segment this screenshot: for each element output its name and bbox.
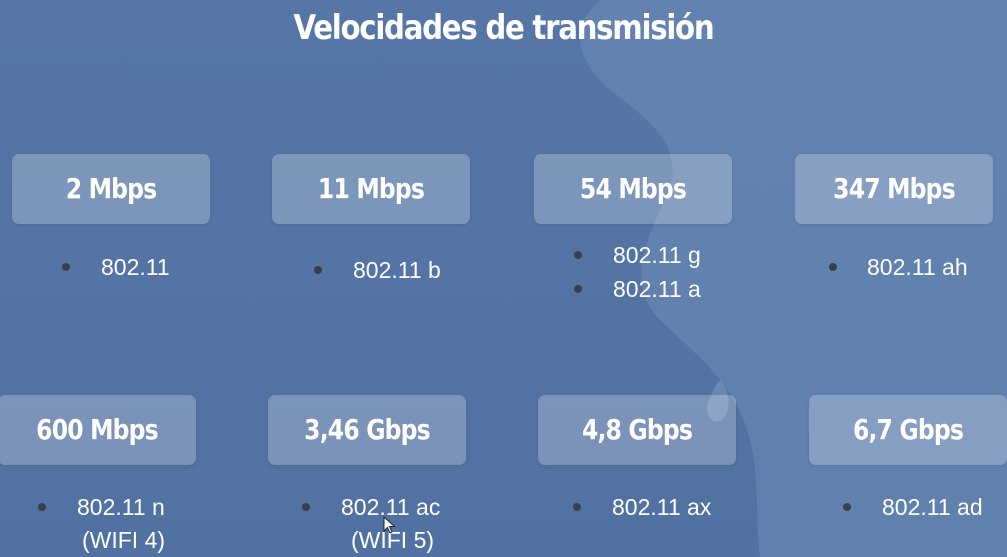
rate-speed: 54 Mbps: [579, 172, 687, 205]
rate-note: (WIFI 4): [82, 527, 166, 553]
rate-standard: 802.11 ad: [882, 494, 983, 520]
rate-speed: 2 Mbps: [65, 172, 157, 205]
rate-standard: 802.11 b: [353, 257, 441, 283]
rate-standard: 802.11: [101, 254, 170, 280]
rate-speed: 11 Mbps: [317, 172, 425, 205]
bullet-icon: [38, 503, 46, 511]
bullet-icon: [62, 263, 70, 271]
rate-standard: 802.11 n: [77, 494, 165, 520]
bullet-icon: [574, 251, 582, 259]
rate-standard: 802.11 ah: [867, 254, 968, 280]
rate-speed: 6,7 Gbps: [852, 413, 964, 446]
bullet-icon: [829, 263, 837, 271]
bullet-icon: [573, 503, 581, 511]
bullet-icon: [302, 503, 310, 511]
rate-standard: 802.11 g: [613, 242, 701, 268]
rate-standard: 802.11 a: [613, 276, 701, 302]
rate-standard: 802.11 ax: [612, 494, 712, 520]
mouse-cursor-icon: [383, 516, 396, 534]
bullet-icon: [574, 285, 582, 293]
slide-title: Velocidades de transmisión: [293, 8, 714, 48]
rate-speed: 600 Mbps: [36, 413, 158, 446]
bullet-icon: [843, 503, 851, 511]
rate-speed: 347 Mbps: [833, 172, 955, 205]
rate-speed: 3,46 Gbps: [304, 413, 430, 446]
rate-speed: 4,8 Gbps: [581, 413, 693, 446]
slide: Velocidades de transmisión 2 Mbps 802.11…: [0, 0, 1007, 557]
bullet-icon: [314, 266, 322, 274]
